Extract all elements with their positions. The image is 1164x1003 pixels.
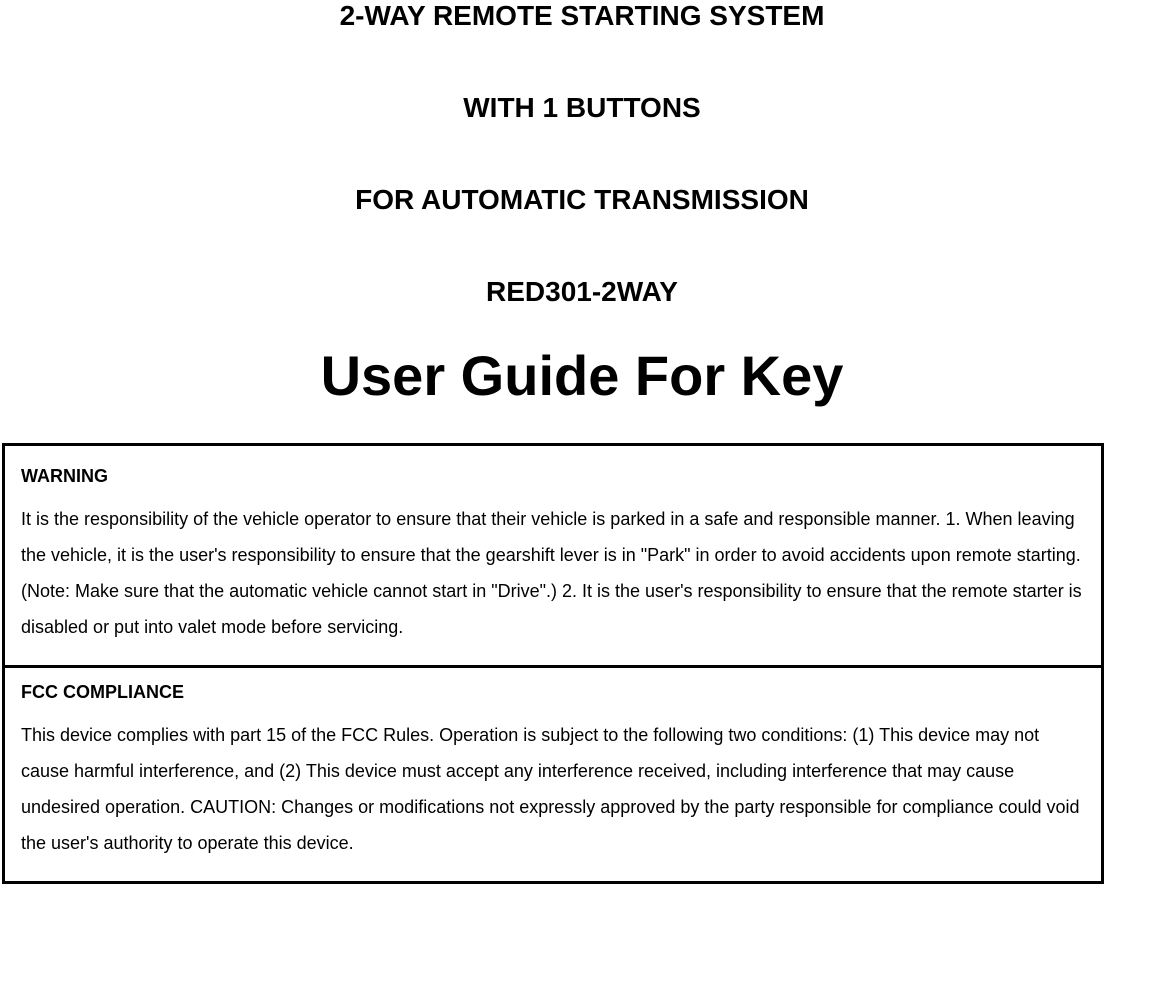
title-line-2: WITH 1 BUTTONS	[0, 92, 1164, 124]
fcc-text: This device complies with part 15 of the…	[21, 717, 1085, 861]
notice-boxes: WARNING It is the responsibility of the …	[2, 443, 1104, 884]
main-title: User Guide For Key	[0, 343, 1164, 408]
warning-box: WARNING It is the responsibility of the …	[2, 443, 1104, 668]
title-line-1: 2-WAY REMOTE STARTING SYSTEM	[0, 0, 1164, 32]
warning-text: It is the responsibility of the vehicle …	[21, 501, 1085, 645]
fcc-box: FCC COMPLIANCE This device complies with…	[2, 668, 1104, 884]
title-line-4: RED301-2WAY	[0, 276, 1164, 308]
warning-heading: WARNING	[21, 466, 1085, 487]
fcc-heading: FCC COMPLIANCE	[21, 682, 1085, 703]
title-line-3: FOR AUTOMATIC TRANSMISSION	[0, 184, 1164, 216]
header-section: 2-WAY REMOTE STARTING SYSTEM WITH 1 BUTT…	[0, 0, 1164, 408]
